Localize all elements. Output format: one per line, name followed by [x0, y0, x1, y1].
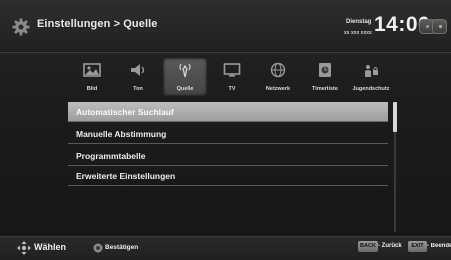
right-status-button[interactable]: [432, 19, 447, 34]
nav-item-quelle[interactable]: Quelle: [163, 58, 207, 96]
nav-label-jugendschutz: Jugendschutz: [352, 86, 390, 92]
footer-exit-label: - Beenden: [427, 243, 451, 249]
parental-lock-icon: [365, 65, 378, 77]
nav-label-ton: Ton: [133, 86, 143, 92]
nav-item-timerliste[interactable]: Timerliste: [303, 58, 347, 96]
exit-key-button[interactable]: EXIT: [408, 241, 427, 252]
nav-label-netzwerk: Netzwerk: [265, 86, 291, 92]
antenna-icon: [179, 63, 191, 78]
menu-item-manuelle-abstimmung[interactable]: Manuelle Abstimmung: [68, 124, 388, 144]
footer-confirm-label: Bestätigen: [105, 244, 139, 251]
status-dot-icon: [439, 25, 442, 28]
nav-label-tv: TV: [228, 86, 236, 92]
nav-item-netzwerk[interactable]: Netzwerk: [256, 58, 300, 96]
nav-item-jugendschutz[interactable]: Jugendschutz: [349, 58, 393, 96]
header-bar: Einstellungen > Quelle Dienstag xx xxx x…: [0, 0, 451, 53]
timer-icon: [319, 63, 331, 77]
category-nav: Bild Ton Quelle TV Netzwerk Timerliste J…: [70, 58, 389, 96]
nav-item-bild[interactable]: Bild: [70, 58, 114, 96]
day-label: Dienstag: [346, 19, 372, 25]
gear-icon: [12, 18, 30, 36]
scrollbar-thumb[interactable]: [393, 102, 397, 132]
breadcrumb: Einstellungen > Quelle: [37, 18, 158, 30]
nav-label-timerliste: Timerliste: [312, 86, 338, 92]
nav-label-bild: Bild: [86, 86, 98, 92]
ok-button-icon: [93, 243, 103, 253]
dpad-icon: [17, 241, 31, 255]
status-dot-icon: [426, 25, 429, 28]
footer-select-label: Wählen: [34, 242, 67, 252]
tv-icon: [223, 63, 241, 77]
sound-icon: [131, 64, 145, 76]
date-label: xx xxx xxxx: [344, 30, 372, 36]
nav-item-tv[interactable]: TV: [210, 58, 254, 96]
back-key-button[interactable]: BACK: [358, 241, 378, 252]
footer-back-label: - Zurück: [378, 243, 402, 249]
menu-item-programmtabelle[interactable]: Programmtabelle: [68, 146, 388, 166]
menu-item-automatischer-suchlauf[interactable]: Automatischer Suchlauf: [68, 102, 388, 122]
network-icon: [270, 62, 286, 78]
picture-icon: [83, 63, 101, 77]
menu-item-erweiterte-einstellungen[interactable]: Erweiterte Einstellungen: [68, 166, 388, 186]
nav-item-ton[interactable]: Ton: [116, 58, 160, 96]
settings-screen: Einstellungen > Quelle Dienstag xx xxx x…: [0, 0, 451, 260]
nav-label-quelle: Quelle: [176, 86, 194, 92]
